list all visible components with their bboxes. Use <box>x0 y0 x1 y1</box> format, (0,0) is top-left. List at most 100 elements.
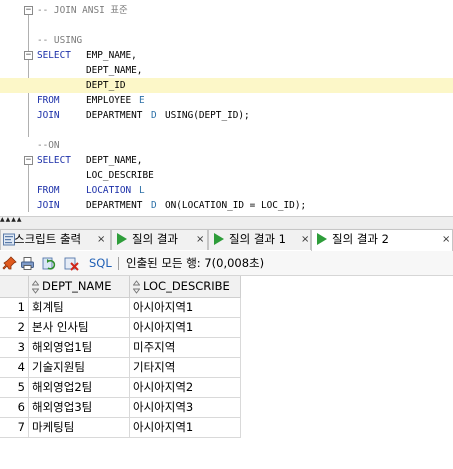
cell-dept-name[interactable]: 해외영업1팀 <box>29 338 130 358</box>
fold-toggle-icon[interactable]: − <box>24 51 33 60</box>
cell-loc-describe[interactable]: 아시아지역1 <box>130 418 241 438</box>
pin-icon[interactable] <box>2 256 17 271</box>
table-alias: L <box>139 185 145 196</box>
results-toolbar: SQL 인출된 모든 행: 7(0,008초) <box>0 251 453 276</box>
sql-keyword: SELECT <box>37 50 71 61</box>
cell-loc-describe[interactable]: 미주지역 <box>130 338 241 358</box>
table-row[interactable]: 1 회계팀 아시아지역1 <box>0 298 241 318</box>
sql-identifier: DEPT_ID <box>86 80 126 91</box>
table-row[interactable]: 3 해외영업1팀 미주지역 <box>0 338 241 358</box>
table-row[interactable]: 7 마케팅팀 아시아지역1 <box>0 418 241 438</box>
cell-loc-describe[interactable]: 기타지역 <box>130 358 241 378</box>
sql-identifier: USING(DEPT_ID); <box>165 110 250 121</box>
code-line[interactable]: − -- JOIN ANSI 표준 <box>0 3 453 18</box>
cell-dept-name[interactable]: 마케팅팀 <box>29 418 130 438</box>
tab-query-result-3[interactable]: 질의 결과 2 × <box>311 229 453 251</box>
print-icon[interactable] <box>20 256 35 271</box>
sql-identifier: DEPARTMENT <box>86 200 143 211</box>
sql-identifier: DEPARTMENT <box>86 110 143 121</box>
cell-dept-name[interactable]: 해외영업3팀 <box>29 398 130 418</box>
cell-dept-name[interactable]: 기술지원팀 <box>29 358 130 378</box>
column-header-dept-name[interactable]: DEPT_NAME <box>29 276 130 298</box>
table-row[interactable]: 5 해외영업2팀 아시아지역2 <box>0 378 241 398</box>
code-line[interactable]: -- USING <box>0 33 453 48</box>
tab-label: 질의 결과 1 <box>229 232 286 246</box>
code-line[interactable]: DEPT_NAME, <box>0 63 453 78</box>
table-row[interactable]: 4 기술지원팀 기타지역 <box>0 358 241 378</box>
code-line[interactable]: JOIN DEPARTMENT D USING(DEPT_ID); <box>0 108 453 123</box>
row-number[interactable]: 2 <box>0 318 29 338</box>
sql-link[interactable]: SQL <box>89 255 112 271</box>
table-row[interactable]: 6 해외영업3팀 아시아지역3 <box>0 398 241 418</box>
code-line[interactable]: − SELECT DEPT_NAME, <box>0 153 453 168</box>
fold-toggle-icon[interactable]: − <box>24 6 33 15</box>
code-line[interactable]: − SELECT EMP_NAME, <box>0 48 453 63</box>
sql-identifier: EMPLOYEE <box>86 95 132 106</box>
sql-editor[interactable]: − -- JOIN ANSI 표준 -- USING − SELECT EMP_NAME,… <box>0 0 453 216</box>
code-line[interactable] <box>0 18 453 33</box>
cell-loc-describe[interactable]: 아시아지역1 <box>130 298 241 318</box>
results-tab-bar: 스크립트 출력 × 질의 결과 × 질의 결과 1 × 질의 결과 2 × <box>0 228 453 251</box>
sql-keyword: SELECT <box>37 155 71 166</box>
row-number[interactable]: 1 <box>0 298 29 318</box>
tab-query-result-2[interactable]: 질의 결과 1 × <box>208 229 311 250</box>
sql-comment: -- USING <box>37 35 83 46</box>
sort-icon[interactable] <box>32 280 39 294</box>
tab-label: 스크립트 출력 <box>14 232 82 246</box>
cell-dept-name[interactable]: 본사 인사팀 <box>29 318 130 338</box>
code-line[interactable]: --ON <box>0 138 453 153</box>
sql-keyword: FROM <box>37 95 60 106</box>
table-alias: D <box>151 200 157 211</box>
cell-loc-describe[interactable]: 아시아지역1 <box>130 318 241 338</box>
close-tab-icon[interactable]: × <box>196 230 204 249</box>
cell-loc-describe[interactable]: 아시아지역3 <box>130 398 241 418</box>
sql-comment: --ON <box>37 140 60 151</box>
tab-label: 질의 결과 2 <box>332 232 389 246</box>
table-alias: E <box>139 95 145 106</box>
close-tab-icon[interactable]: × <box>301 230 309 249</box>
sql-identifier: EMP_NAME, <box>86 50 137 61</box>
results-grid[interactable]: DEPT_NAME LOC_DESCRIBE 1 회계팀 아시아지역1 2 본사 인사팀… <box>0 276 453 469</box>
panel-splitter[interactable] <box>0 216 453 228</box>
sort-icon[interactable] <box>133 280 140 294</box>
code-line[interactable]: FROM LOCATION L <box>0 183 453 198</box>
column-header-loc-describe[interactable]: LOC_DESCRIBE <box>130 276 241 298</box>
fetch-status-text: 인출된 모든 행: 7(0,008초) <box>126 256 265 270</box>
row-number[interactable]: 3 <box>0 338 29 358</box>
sql-keyword: JOIN <box>37 200 60 211</box>
query-result-icon <box>213 233 225 246</box>
cell-dept-name[interactable]: 해외영업2팀 <box>29 378 130 398</box>
toolbar-divider <box>118 257 119 270</box>
tab-query-result-1[interactable]: 질의 결과 × <box>111 229 208 250</box>
sql-comment: -- JOIN ANSI 표준 <box>37 5 128 16</box>
row-number[interactable]: 5 <box>0 378 29 398</box>
table-row[interactable]: 2 본사 인사팀 아시아지역1 <box>0 318 241 338</box>
code-line-current[interactable]: DEPT_ID <box>0 78 453 93</box>
tab-script-output[interactable]: 스크립트 출력 × <box>0 229 111 250</box>
cell-loc-describe[interactable]: 아시아지역2 <box>130 378 241 398</box>
code-line[interactable] <box>0 123 453 138</box>
column-header-label: DEPT_NAME <box>42 279 112 293</box>
row-number[interactable]: 7 <box>0 418 29 438</box>
code-line[interactable]: FROM EMPLOYEE E <box>0 93 453 108</box>
query-result-icon <box>316 233 328 246</box>
sql-identifier: DEPT_NAME, <box>86 155 143 166</box>
row-number[interactable]: 4 <box>0 358 29 378</box>
refresh-icon[interactable] <box>42 256 57 271</box>
sql-identifier: LOC_DESCRIBE <box>86 170 154 181</box>
cell-dept-name[interactable]: 회계팀 <box>29 298 130 318</box>
cancel-icon[interactable] <box>64 256 79 271</box>
code-line[interactable]: LOC_DESCRIBE <box>0 168 453 183</box>
close-tab-icon[interactable]: × <box>97 230 105 249</box>
sql-identifier: DEPT_NAME, <box>86 65 143 76</box>
code-line[interactable]: JOIN DEPARTMENT D ON(LOCATION_ID = LOC_ID); <box>0 198 453 213</box>
tab-label: 질의 결과 <box>132 232 178 246</box>
column-header-label: LOC_DESCRIBE <box>143 279 230 293</box>
close-tab-icon[interactable]: × <box>442 230 450 249</box>
sql-keyword: FROM <box>37 185 60 196</box>
sql-keyword: LOCATION <box>86 185 132 196</box>
row-number[interactable]: 6 <box>0 398 29 418</box>
sql-identifier: ON(LOCATION_ID = LOC_ID); <box>165 200 307 211</box>
splitter-grip-icon[interactable]: ▲▲▲▲ <box>0 217 21 223</box>
fold-toggle-icon[interactable]: − <box>24 156 33 165</box>
